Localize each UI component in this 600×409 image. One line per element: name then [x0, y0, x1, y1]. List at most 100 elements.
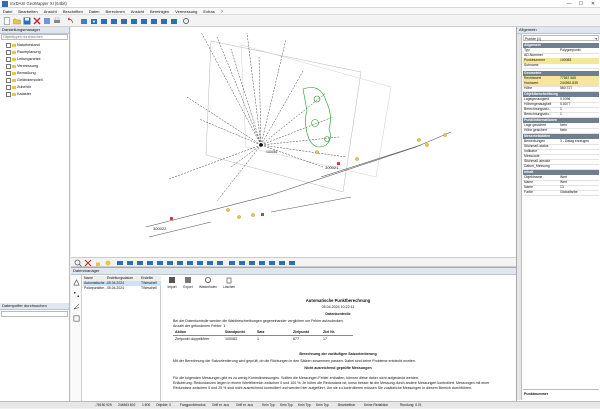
draw-tool-icon[interactable] [206, 259, 214, 267]
checkbox-icon[interactable] [6, 70, 11, 76]
status-bar: -78150.925 244863.802 1:500 Objekte: 0 F… [0, 401, 600, 408]
edit-tool-icon[interactable] [130, 17, 138, 25]
export-button[interactable]: Export [181, 276, 195, 289]
menu-bereinigen[interactable]: Bereinigen [147, 8, 172, 15]
draw-tool-icon[interactable] [116, 259, 124, 267]
menu-berechnen[interactable]: Berechnen [103, 8, 128, 15]
draw-tool-icon[interactable] [268, 259, 276, 267]
point-label-a: 300021 [325, 165, 339, 170]
new-file-icon[interactable] [3, 17, 11, 25]
lock-icon[interactable] [94, 259, 102, 267]
station-icon[interactable] [160, 17, 168, 25]
properties-header: Allgemein [517, 27, 600, 34]
report-text: Anzahl der gefundenen Fehler: 1 [173, 324, 226, 328]
table-row[interactable]: Polarpunktbe... 05.04.2024 TWeschell [83, 286, 161, 291]
data-manager-header: Datenmanager [71, 268, 516, 275]
repeat-button[interactable]: Wiederholen [197, 276, 219, 289]
draw-tool-icon[interactable] [186, 259, 194, 267]
undo-icon[interactable] [66, 17, 74, 25]
menu-ansicht-2[interactable]: Ansicht [128, 8, 147, 15]
import-button[interactable]: Import [165, 276, 179, 289]
checkbox-icon[interactable] [6, 91, 11, 97]
save-icon[interactable] [23, 17, 31, 25]
checkbox-icon[interactable] [6, 63, 11, 69]
map-drawing[interactable]: 300021 300022 100081 [71, 27, 516, 257]
open-folder-icon[interactable] [13, 17, 21, 25]
layer-item[interactable]: Geländemodell [6, 77, 43, 83]
import-icon[interactable] [80, 17, 88, 25]
menu-beschriften[interactable]: Beschriften [60, 8, 86, 15]
folder-icon [12, 50, 16, 54]
report-section-orientation: Berechnung der vorläufigen Satzorientier… [299, 352, 377, 356]
draw-tool-icon[interactable] [136, 259, 144, 267]
menu-bearbeiten[interactable]: Bearbeiten [15, 8, 40, 15]
object-type-search-input[interactable] [1, 34, 68, 40]
layer-item[interactable]: Kataster [6, 91, 31, 97]
export-icon [185, 277, 191, 283]
network-icon[interactable] [73, 279, 80, 286]
delete-icon[interactable] [33, 17, 41, 25]
checkbox-icon[interactable] [6, 49, 11, 55]
draw-tool-icon[interactable] [258, 259, 266, 267]
draw-tool-icon[interactable] [216, 259, 224, 267]
symbol-icon[interactable] [104, 259, 112, 267]
layer-item[interactable]: Vermessung [6, 63, 38, 69]
polygon-tool-icon[interactable] [110, 17, 118, 25]
layer-item[interactable]: Bemaßung [6, 70, 36, 76]
property-row[interactable]: Farbe Globalfarbe [523, 190, 599, 196]
map-canvas[interactable]: 300021 300022 100081 [71, 27, 516, 257]
maximize-button[interactable]: ☐ [575, 0, 587, 8]
draw-tool-icon[interactable] [196, 259, 204, 267]
menu-extras[interactable]: Extras [200, 8, 217, 15]
checkbox-icon[interactable] [6, 42, 11, 48]
checkbox-icon[interactable] [6, 84, 11, 90]
layer-item[interactable]: Leitungsnetze [6, 56, 41, 62]
compute-icon[interactable] [140, 17, 148, 25]
measure-icon[interactable] [170, 17, 178, 25]
checkbox-icon[interactable] [6, 56, 11, 62]
layer-item[interactable]: Naturbestand [6, 42, 40, 48]
menu-daten[interactable]: Daten [86, 8, 103, 15]
title-bar: mxDASI GeoMapper XI (64bit) — ☐ ✕ [0, 0, 600, 8]
menu-datei[interactable]: Datei [0, 8, 15, 15]
point-tool-icon[interactable] [90, 17, 98, 25]
object-selector[interactable]: Punkte (1) ▾ [523, 35, 599, 41]
zoom-in-icon[interactable] [74, 259, 82, 267]
settings-icon[interactable] [182, 17, 190, 25]
station-point[interactable] [259, 143, 263, 147]
draw-tool-icon[interactable] [166, 259, 174, 267]
property-tabs[interactable] [517, 34, 522, 400]
draw-tool-icon[interactable] [288, 259, 296, 267]
draw-tool-icon[interactable] [146, 259, 154, 267]
menu-ansicht[interactable]: Ansicht [41, 8, 60, 15]
survey-icon[interactable] [150, 17, 158, 25]
checkbox-icon[interactable] [6, 77, 11, 83]
draw-tool-icon[interactable] [176, 259, 184, 267]
window-title: mxDASI GeoMapper XI (64bit) [10, 1, 67, 6]
property-row[interactable]: Subname [523, 63, 599, 69]
menu-vermessung[interactable]: Vermessung [172, 8, 200, 15]
folder-icon [12, 57, 16, 61]
draw-tool-icon[interactable] [228, 259, 236, 267]
draw-tool-icon[interactable] [126, 259, 134, 267]
draw-tool-icon[interactable] [278, 259, 286, 267]
layer-item[interactable]: Raumplanung [6, 49, 41, 55]
close-button[interactable]: ✕ [587, 0, 599, 8]
line-tool-icon[interactable] [100, 17, 108, 25]
minimize-button[interactable]: — [563, 0, 575, 8]
print-icon[interactable] [53, 17, 61, 25]
menu-help[interactable]: ? [218, 8, 226, 15]
grid-icon[interactable] [73, 315, 80, 322]
layer-item[interactable]: Zubehör [6, 84, 31, 90]
points-icon[interactable] [73, 291, 80, 298]
draw-tool-icon[interactable] [156, 259, 164, 267]
area-tool-icon[interactable] [120, 17, 128, 25]
draw-tool-icon[interactable] [248, 259, 256, 267]
draw-tool-icon[interactable] [238, 259, 246, 267]
polar-icon[interactable] [73, 303, 80, 310]
layers-icon[interactable] [43, 17, 51, 25]
markers[interactable] [170, 162, 340, 220]
delete-button[interactable]: Löschen [221, 276, 237, 289]
buffer-search-input[interactable] [1, 311, 68, 317]
snap-icon[interactable] [84, 259, 92, 267]
